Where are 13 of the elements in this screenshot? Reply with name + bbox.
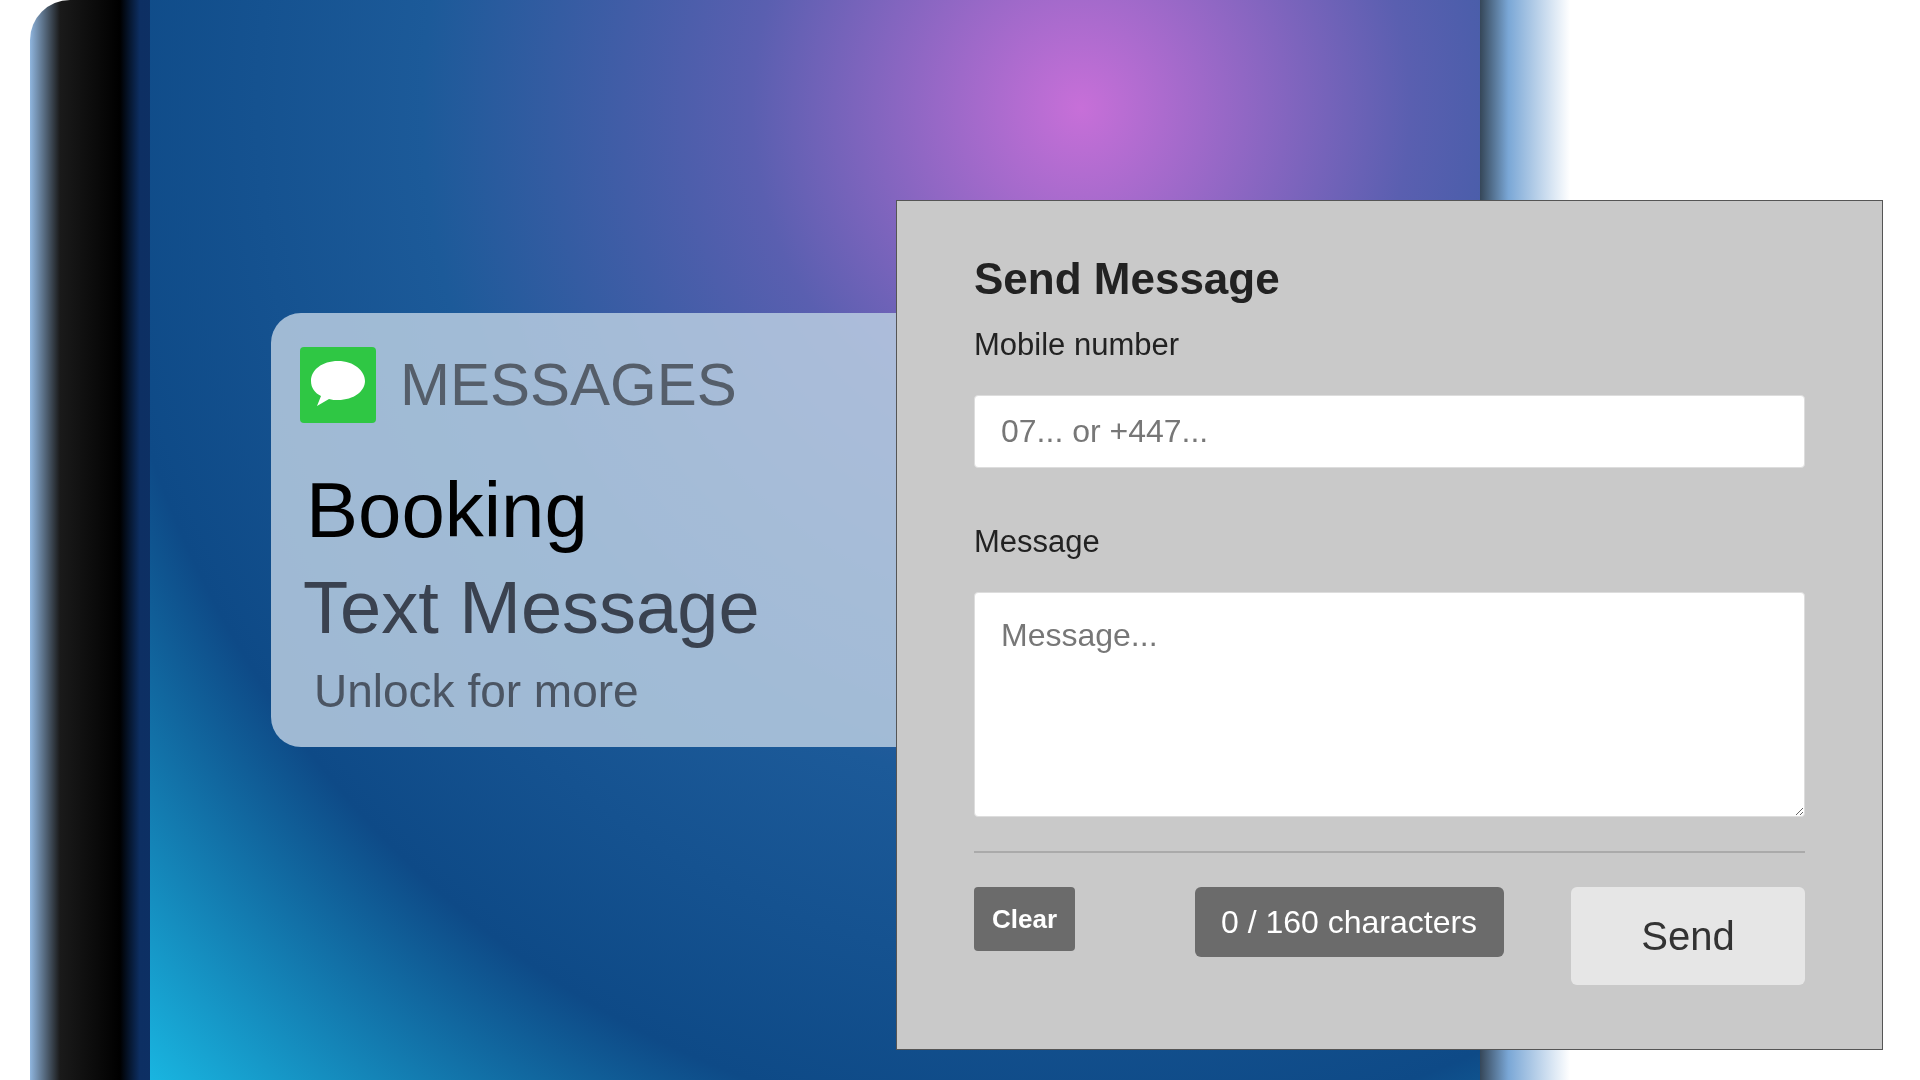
mobile-number-field[interactable]: 07... or +447... [974,395,1805,468]
field-label: Mobile number [974,326,1181,364]
field-label: Message [974,523,1101,561]
message-field[interactable]: Message... [974,592,1805,817]
speech-bubble-icon [300,347,376,423]
notification-subtitle: Text Message [303,565,760,651]
send-button[interactable]: Send [1571,887,1805,985]
character-counter: 0 / 160 characters [1194,887,1504,957]
notification-title: Booking [306,465,589,556]
app-name: MESSAGES [400,350,737,420]
form-title: Send Message [974,253,1281,305]
clear-button[interactable]: Clear [974,887,1076,951]
notification-hint: Unlock for more [314,664,640,719]
